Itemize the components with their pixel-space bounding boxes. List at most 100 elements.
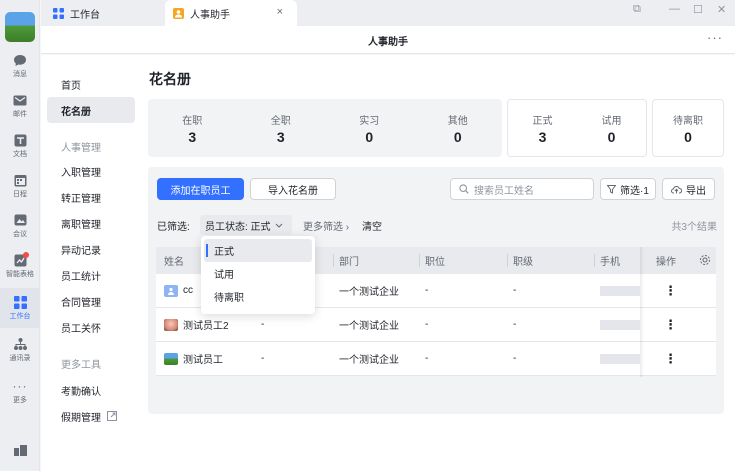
- filter-chip-status[interactable]: 员工状态: 正式: [200, 215, 292, 235]
- employee-position: -: [425, 319, 429, 330]
- stat-label: 正式: [532, 115, 553, 127]
- export-label: 导出: [686, 185, 706, 197]
- stat-pending-leave[interactable]: 待离职 0: [653, 100, 723, 156]
- workbench-icon: [53, 7, 64, 19]
- stat-value: 0: [607, 128, 616, 145]
- nav-regularization[interactable]: 转正管理: [47, 184, 135, 210]
- column-header-level[interactable]: 职级: [513, 247, 533, 274]
- rail-label: 工作台: [9, 313, 31, 320]
- minimize-icon[interactable]: —: [669, 3, 680, 15]
- employee-dept: 一个测试企业: [339, 287, 399, 298]
- rail-label: 更多: [13, 397, 27, 404]
- more-filters-label: 更多筛选: [303, 222, 343, 233]
- rail-item-apps[interactable]: [0, 430, 40, 470]
- restore-window-icon[interactable]: ⧉: [633, 3, 641, 16]
- employee-name: 测试员工: [183, 355, 223, 366]
- employee-dept: 一个测试企业: [339, 355, 399, 366]
- nav-roster[interactable]: 花名册: [47, 97, 135, 123]
- employee-name: 测试员工2: [183, 321, 229, 332]
- more-menu-icon[interactable]: ···: [707, 30, 723, 45]
- nav-care[interactable]: 员工关怀: [47, 314, 135, 340]
- row-actions-menu-icon[interactable]: ⋮: [664, 308, 677, 341]
- tab-workbench[interactable]: 工作台: [47, 0, 165, 26]
- rail-item-calendar[interactable]: 日程: [0, 166, 40, 206]
- dropdown-option-pending-leave[interactable]: 待离职: [204, 285, 312, 308]
- chevron-right-icon: ›: [345, 222, 350, 233]
- settings-gear-icon[interactable]: [699, 254, 711, 266]
- nav-home[interactable]: 首页: [47, 71, 135, 97]
- rail-item-workbench[interactable]: 工作台: [0, 288, 40, 328]
- filter-button[interactable]: 筛选·1: [600, 178, 656, 200]
- nav-changes[interactable]: 异动记录: [47, 236, 135, 262]
- export-button[interactable]: 导出: [662, 178, 715, 200]
- nav-attendance[interactable]: 考勤确认: [47, 377, 135, 403]
- employee-level: -: [513, 353, 517, 364]
- search-input[interactable]: 搜索员工姓名: [450, 178, 594, 200]
- side-nav: 首页 花名册 人事管理 入职管理 转正管理 离职管理 异动记录 员工统计 合同管…: [41, 55, 141, 471]
- column-divider: [333, 254, 334, 267]
- rail-item-more[interactable]: ··· 更多: [0, 372, 40, 412]
- calendar-icon: [12, 173, 28, 187]
- rail-item-docs[interactable]: 文档: [0, 126, 40, 166]
- column-header-dept[interactable]: 部门: [339, 247, 359, 274]
- stat-value: 3: [188, 128, 197, 145]
- add-employee-button[interactable]: 添加在职员工: [157, 178, 244, 200]
- employee-name-cell: cc: [164, 274, 193, 307]
- contacts-icon: [12, 337, 28, 351]
- rail-item-meeting[interactable]: 会议: [0, 206, 40, 246]
- search-icon: [459, 184, 469, 194]
- clear-filters-link[interactable]: 清空: [362, 218, 382, 233]
- rail-item-mail[interactable]: 邮件: [0, 86, 40, 126]
- rail-item-smart-table[interactable]: 智能表格: [0, 246, 40, 286]
- column-header-phone[interactable]: 手机: [600, 247, 620, 274]
- nav-offboarding[interactable]: 离职管理: [47, 210, 135, 236]
- building-icon: [12, 443, 28, 457]
- row-actions-menu-icon[interactable]: ⋮: [664, 342, 677, 375]
- chevron-down-icon: [275, 223, 283, 228]
- stat-other[interactable]: 其他 0: [414, 99, 503, 157]
- employee-name-cell: 测试员工 -: [164, 342, 264, 375]
- column-header-name[interactable]: 姓名: [164, 247, 184, 274]
- user-avatar-icon: [164, 284, 178, 297]
- active-filters: 已筛选: 员工状态: 正式 更多筛选 › 清空 共3个结果: [157, 215, 717, 235]
- stat-on-job[interactable]: 在职 3: [148, 99, 237, 157]
- dropdown-option-formal[interactable]: 正式: [204, 239, 312, 262]
- column-header-position[interactable]: 职位: [425, 247, 445, 274]
- app-title: 人事助手: [368, 37, 408, 48]
- stat-intern[interactable]: 实习 0: [325, 99, 414, 157]
- more-icon: ···: [12, 379, 28, 393]
- nav-leave[interactable]: 假期管理: [47, 403, 135, 429]
- result-count: 共3个结果: [671, 222, 717, 233]
- more-filters-link[interactable]: 更多筛选 ›: [303, 218, 349, 233]
- nav-group-tools: 更多工具: [61, 360, 101, 371]
- tab-label: 工作台: [70, 9, 100, 21]
- import-roster-button[interactable]: 导入花名册: [250, 178, 336, 200]
- dropdown-option-probation[interactable]: 试用: [204, 262, 312, 285]
- tab-hr-assistant[interactable]: 人事助手 ×: [165, 0, 297, 26]
- title-bar: 人事助手 ···: [41, 26, 735, 54]
- rail-item-contacts[interactable]: 通讯录: [0, 330, 40, 370]
- stat-probation[interactable]: 试用 0: [577, 100, 646, 156]
- sticky-column-shadow: [640, 247, 644, 377]
- employee-phone: [600, 308, 640, 341]
- user-avatar[interactable]: [5, 12, 35, 42]
- nav-contracts[interactable]: 合同管理: [47, 288, 135, 314]
- table-row[interactable]: 测试员工 - 一个测试企业 - - ⋮: [156, 342, 716, 376]
- nav-statistics[interactable]: 员工统计: [47, 262, 135, 288]
- stat-full-time[interactable]: 全职 3: [237, 99, 326, 157]
- nav-onboarding[interactable]: 入职管理: [47, 158, 135, 184]
- stat-formal[interactable]: 正式 3: [508, 100, 577, 156]
- hr-assistant-icon: [173, 7, 184, 19]
- mail-icon: [12, 93, 28, 107]
- app-rail: 消息 邮件 文档 日程 会议 智能表格 工作台 通讯录 ··· 更多: [0, 0, 40, 471]
- nav-label: 假期管理: [61, 412, 101, 424]
- maximize-icon[interactable]: ☐: [693, 3, 703, 16]
- rail-item-messages[interactable]: 消息: [0, 46, 40, 86]
- window-close-icon[interactable]: ✕: [717, 3, 726, 16]
- employee-level: -: [513, 319, 517, 330]
- stat-label: 试用: [601, 115, 622, 127]
- row-actions-menu-icon[interactable]: ⋮: [664, 274, 677, 307]
- close-icon[interactable]: ×: [277, 6, 283, 18]
- rail-label: 智能表格: [6, 271, 34, 278]
- employee-extra: -: [261, 353, 265, 364]
